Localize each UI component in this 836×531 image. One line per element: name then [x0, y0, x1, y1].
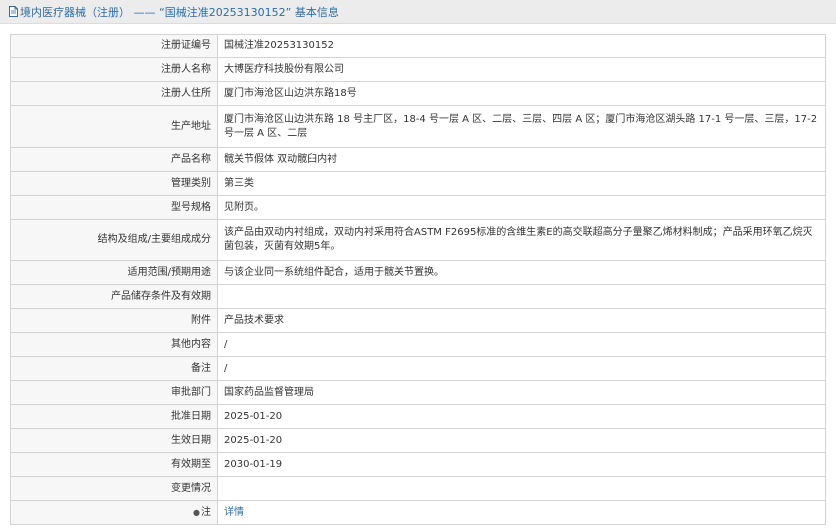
table-row: 生效日期 2025-01-20 — [10, 428, 826, 453]
row-label: 其他内容 — [10, 332, 218, 357]
row-value: 2025-01-20 — [217, 428, 826, 453]
table-row: 结构及组成/主要组成成分 该产品由双动内衬组成，双动内衬采用符合ASTM F269… — [10, 219, 826, 261]
row-label: 有效期至 — [10, 452, 218, 477]
row-label: 附件 — [10, 308, 218, 333]
table-row: 注册证编号 国械注准20253130152 — [10, 34, 826, 58]
document-icon — [9, 6, 18, 17]
table-row: 管理类别 第三类 — [10, 171, 826, 196]
row-label: 审批部门 — [10, 380, 218, 405]
table-row: 有效期至 2030-01-19 — [10, 452, 826, 477]
row-value: 第三类 — [217, 171, 826, 196]
row-value — [217, 476, 826, 501]
row-label: 结构及组成/主要组成成分 — [10, 219, 218, 261]
row-value: 与该企业同一系统组件配合，适用于髋关节置换。 — [217, 260, 826, 285]
row-label: 生效日期 — [10, 428, 218, 453]
row-label: 注册人住所 — [10, 81, 218, 106]
table-row: 生产地址 厦门市海沧区山边洪东路 18 号主厂区，18-4 号一层 A 区、二层、… — [10, 105, 826, 148]
row-value — [217, 284, 826, 309]
table-row: 变更情况 — [10, 476, 826, 501]
row-label: 生产地址 — [10, 105, 218, 148]
row-value: 国械注准20253130152 — [217, 34, 826, 58]
note-row: ●注 详情 — [10, 500, 826, 525]
row-label: 注册证编号 — [10, 34, 218, 58]
details-link[interactable]: 详情 — [224, 507, 244, 518]
row-label: 备注 — [10, 356, 218, 381]
table-row: 备注 / — [10, 356, 826, 381]
note-label-cell: ●注 — [10, 500, 218, 525]
row-value: 2030-01-19 — [217, 452, 826, 477]
table-row: 注册人住所 厦门市海沧区山边洪东路18号 — [10, 81, 826, 106]
table-row: 适用范围/预期用途 与该企业同一系统组件配合，适用于髋关节置换。 — [10, 260, 826, 285]
table-row: 其他内容 / — [10, 332, 826, 357]
table-row: 审批部门 国家药品监督管理局 — [10, 380, 826, 405]
row-value: 髋关节假体 双动髋臼内衬 — [217, 147, 826, 172]
row-label: 管理类别 — [10, 171, 218, 196]
row-value: / — [217, 356, 826, 381]
table-row: 产品储存条件及有效期 — [10, 284, 826, 309]
note-value-cell: 详情 — [217, 500, 826, 525]
row-value: 厦门市海沧区山边洪东路18号 — [217, 81, 826, 106]
row-value: 2025-01-20 — [217, 404, 826, 429]
bullet-icon: ● — [193, 507, 200, 517]
table-row: 注册人名称 大博医疗科技股份有限公司 — [10, 57, 826, 82]
row-label: 注册人名称 — [10, 57, 218, 82]
info-table: 注册证编号 国械注准20253130152 注册人名称 大博医疗科技股份有限公司 注册人… — [10, 34, 826, 525]
table-row: 产品名称 髋关节假体 双动髋臼内衬 — [10, 147, 826, 172]
row-label: 型号规格 — [10, 195, 218, 220]
row-value: 国家药品监督管理局 — [217, 380, 826, 405]
row-label: 变更情况 — [10, 476, 218, 501]
table-row: 批准日期 2025-01-20 — [10, 404, 826, 429]
page-title: 境内医疗器械（注册） —— “国械注准20253130152” 基本信息 — [20, 5, 339, 19]
row-value: 产品技术要求 — [217, 308, 826, 333]
row-value: 厦门市海沧区山边洪东路 18 号主厂区，18-4 号一层 A 区、二层、三层、四… — [217, 105, 826, 148]
row-label: 产品储存条件及有效期 — [10, 284, 218, 309]
page-header: 境内医疗器械（注册） —— “国械注准20253130152” 基本信息 — [0, 0, 836, 24]
row-label: 批准日期 — [10, 404, 218, 429]
table-row: 附件 产品技术要求 — [10, 308, 826, 333]
row-label: 产品名称 — [10, 147, 218, 172]
row-value: / — [217, 332, 826, 357]
row-value: 大博医疗科技股份有限公司 — [217, 57, 826, 82]
row-value: 见附页。 — [217, 195, 826, 220]
table-row: 型号规格 见附页。 — [10, 195, 826, 220]
note-label: 注 — [201, 506, 211, 518]
row-label: 适用范围/预期用途 — [10, 260, 218, 285]
row-value: 该产品由双动内衬组成，双动内衬采用符合ASTM F2695标准的含维生素E的高交… — [217, 219, 826, 261]
